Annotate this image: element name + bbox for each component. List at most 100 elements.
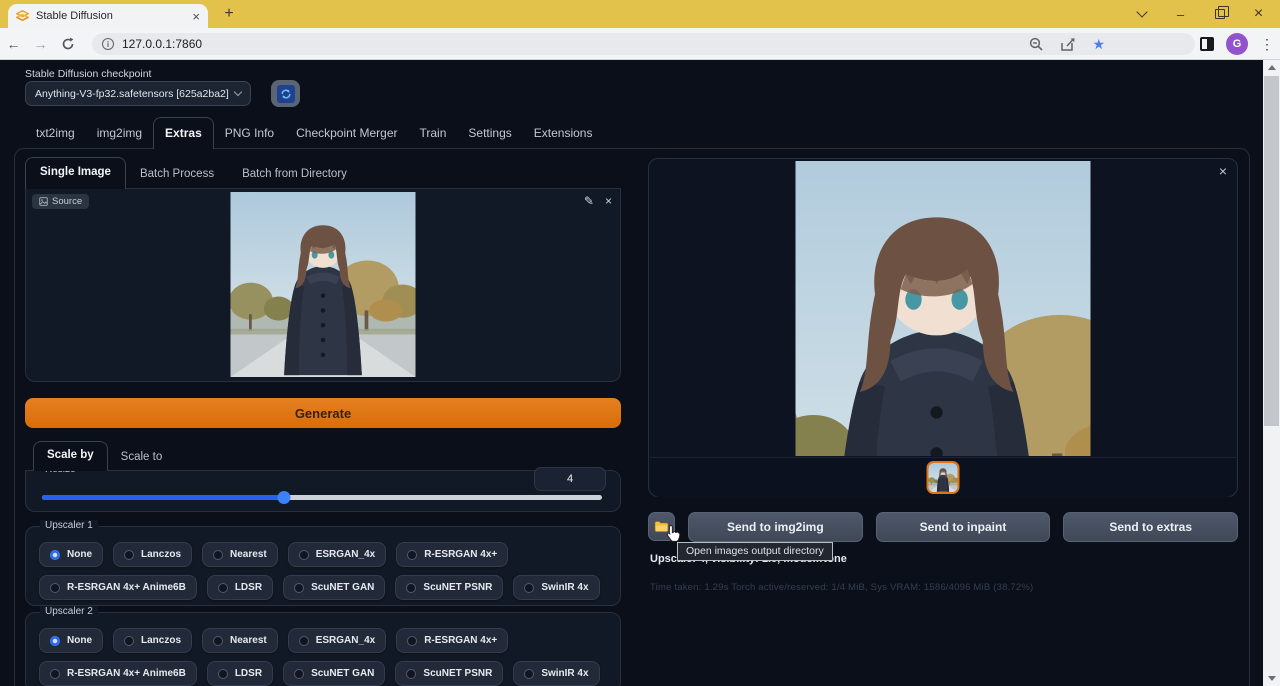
radio-icon <box>213 550 223 560</box>
main-tab[interactable]: txt2img <box>25 118 86 148</box>
upscaler-option[interactable]: ESRGAN_4x <box>288 628 386 653</box>
upscaler-option[interactable]: LDSR <box>207 661 273 686</box>
radio-icon <box>294 669 304 679</box>
scale-tab[interactable]: Scale to <box>108 444 176 470</box>
send-button[interactable]: Send to img2img <box>688 512 863 542</box>
slider-handle[interactable] <box>278 491 291 504</box>
zoom-icon[interactable] <box>1029 37 1044 52</box>
scroll-down-arrow[interactable] <box>1263 671 1280 686</box>
output-image[interactable] <box>796 161 1091 456</box>
extras-subtab[interactable]: Single Image <box>25 157 126 189</box>
upscaler-option[interactable]: SwinIR 4x <box>513 661 599 686</box>
radio-icon <box>407 636 417 646</box>
upscaler-option[interactable]: None <box>39 542 103 567</box>
forward-button[interactable]: → <box>27 36 54 52</box>
resize-slider[interactable] <box>42 495 602 500</box>
upscaler-option[interactable]: None <box>39 628 103 653</box>
upscaler-option[interactable]: LDSR <box>207 575 273 600</box>
upscaler-1-options: None Lanczos Nearest ESRGAN_4x R <box>26 527 620 600</box>
radio-icon <box>124 636 134 646</box>
send-button[interactable]: Send to extras <box>1063 512 1238 542</box>
upscaler-2-group: Upscaler 2 None Lanczos Nearest <box>25 612 621 686</box>
window-controls: – × <box>1122 0 1278 28</box>
main-tab[interactable]: img2img <box>86 118 153 148</box>
back-button[interactable]: ← <box>0 36 27 52</box>
upscaler-2-label: Upscaler 2 <box>40 606 98 617</box>
send-button-row: Send to img2img Send to inpaint Send to … <box>648 512 1238 542</box>
profile-avatar[interactable]: G <box>1226 33 1248 55</box>
upscaler-option[interactable]: Lanczos <box>113 542 192 567</box>
source-image[interactable] <box>231 192 416 377</box>
share-icon[interactable] <box>1060 37 1076 52</box>
upscaler-option[interactable]: R-ESRGAN 4x+ Anime6B <box>39 661 197 686</box>
scrollbar-thumb[interactable] <box>1264 76 1279 426</box>
image-icon <box>39 197 48 206</box>
radio-icon <box>407 550 417 560</box>
url-text[interactable]: 127.0.0.1:7860 <box>122 37 202 51</box>
browser-tab-title: Stable Diffusion <box>36 10 185 22</box>
slider-fill <box>42 495 284 500</box>
upscaler-option[interactable]: ScuNET GAN <box>283 661 385 686</box>
tab-close-icon[interactable]: × <box>192 10 200 23</box>
main-tab[interactable]: Train <box>409 118 458 148</box>
upscaler-option[interactable]: R-ESRGAN 4x+ <box>396 542 508 567</box>
upscaler-option[interactable]: R-ESRGAN 4x+ <box>396 628 508 653</box>
performance-info-text: Time taken: 1.29s Torch active/reserved:… <box>650 582 1033 593</box>
browser-tab[interactable]: Stable Diffusion × <box>8 4 208 28</box>
browser-menu-icon[interactable]: ⋮ <box>1260 36 1274 53</box>
extras-subtab[interactable]: Batch Process <box>126 160 228 188</box>
clear-image-icon[interactable]: × <box>605 195 612 207</box>
checkpoint-dropdown[interactable]: Anything-V3-fp32.safetensors [625a2ba2] <box>25 81 251 106</box>
refresh-icon <box>277 85 295 103</box>
window-minimize-button[interactable]: – <box>1161 0 1200 28</box>
resize-number-input[interactable]: 4 <box>534 467 606 491</box>
send-button[interactable]: Send to inpaint <box>876 512 1051 542</box>
reload-button[interactable] <box>54 37 81 51</box>
upscaler-option[interactable]: Lanczos <box>113 628 192 653</box>
upscaler-option[interactable]: R-ESRGAN 4x+ Anime6B <box>39 575 197 600</box>
upscaler-option[interactable]: ScuNET PSNR <box>395 575 503 600</box>
radio-icon <box>299 550 309 560</box>
tab-search-chevron-icon[interactable] <box>1122 0 1161 28</box>
upscaler-option[interactable]: Nearest <box>202 628 278 653</box>
gradio-favicon-icon <box>16 10 29 23</box>
upscaler-option[interactable]: ScuNET GAN <box>283 575 385 600</box>
checkpoint-label: Stable Diffusion checkpoint <box>25 68 151 80</box>
upscaler-option[interactable]: Nearest <box>202 542 278 567</box>
main-tab[interactable]: Extras <box>153 117 214 149</box>
extras-right-column: × Send to img2img Send to inpaint Send t… <box>648 158 1238 628</box>
site-info-icon[interactable]: i <box>102 38 114 50</box>
browser-tab-strip: Stable Diffusion × + – × <box>0 0 1280 28</box>
main-tab[interactable]: Checkpoint Merger <box>285 118 408 148</box>
scale-tab[interactable]: Scale by <box>33 441 108 471</box>
new-tab-button[interactable]: + <box>218 3 240 25</box>
source-badge: Source <box>32 194 89 209</box>
extras-subtab[interactable]: Batch from Directory <box>228 160 361 188</box>
main-tab[interactable]: Extensions <box>523 118 604 148</box>
upscaler-option[interactable]: ScuNET PSNR <box>395 661 503 686</box>
refresh-checkpoints-button[interactable] <box>271 80 300 107</box>
radio-icon <box>524 669 534 679</box>
gallery-close-icon[interactable]: × <box>1219 164 1227 178</box>
upscaler-option[interactable]: ESRGAN_4x <box>288 542 386 567</box>
edit-image-icon[interactable]: ✎ <box>584 195 594 207</box>
url-bar[interactable]: i 127.0.0.1:7860 ★ <box>92 33 1195 55</box>
gallery-thumbnail-strip <box>650 457 1236 497</box>
side-panel-icon[interactable] <box>1200 37 1214 51</box>
generate-button[interactable]: Generate <box>25 398 621 428</box>
checkpoint-value: Anything-V3-fp32.safetensors [625a2ba2] <box>35 88 229 100</box>
gallery-thumbnail[interactable] <box>927 461 960 494</box>
main-tab[interactable]: PNG Info <box>214 118 285 148</box>
main-tab[interactable]: Settings <box>457 118 522 148</box>
window-close-button[interactable]: × <box>1239 0 1278 28</box>
radio-icon <box>50 583 60 593</box>
window-maximize-button[interactable] <box>1200 0 1239 28</box>
source-image-dropzone[interactable]: Source ✎ × <box>25 189 621 382</box>
extras-subtab-bar: Single ImageBatch ProcessBatch from Dire… <box>25 158 621 189</box>
upscaler-1-group: Upscaler 1 None Lanczos Nearest <box>25 526 621 606</box>
scale-tab-bar: Scale byScale to <box>33 441 175 470</box>
bookmark-star-icon[interactable]: ★ <box>1092 37 1105 51</box>
upscaler-option[interactable]: SwinIR 4x <box>513 575 599 600</box>
scroll-up-arrow[interactable] <box>1263 60 1280 75</box>
page-scrollbar[interactable] <box>1263 60 1280 686</box>
